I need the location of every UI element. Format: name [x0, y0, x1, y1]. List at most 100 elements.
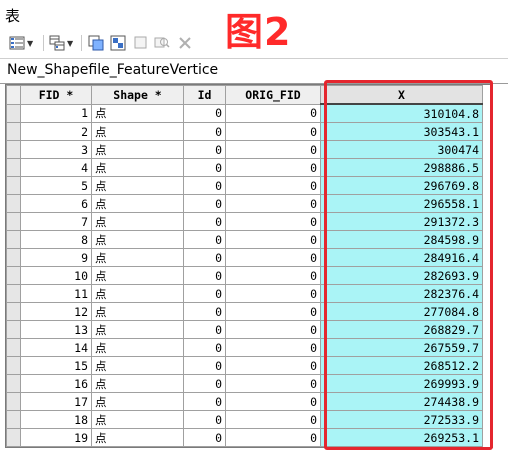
cell-shape[interactable]: 点 — [91, 122, 184, 141]
cell-x[interactable]: 296769.8 — [320, 176, 483, 195]
cell-x[interactable]: 269993.9 — [320, 374, 483, 393]
cell-shape[interactable]: 点 — [91, 392, 184, 411]
row-selector[interactable] — [6, 392, 21, 411]
cell-fid[interactable]: 17 — [20, 392, 92, 411]
cell-id[interactable]: 0 — [183, 194, 226, 213]
cell-fid[interactable]: 1 — [20, 103, 92, 123]
row-selector[interactable] — [6, 266, 21, 285]
row-selector[interactable] — [6, 320, 21, 339]
clear-selection-button[interactable] — [133, 34, 149, 52]
select-by-attributes-button[interactable] — [88, 34, 104, 52]
cell-x[interactable]: 284598.9 — [320, 230, 483, 249]
cell-shape[interactable]: 点 — [91, 103, 184, 123]
row-selector[interactable] — [6, 122, 21, 141]
cell-fid[interactable]: 18 — [20, 410, 92, 429]
cell-id[interactable]: 0 — [183, 176, 226, 195]
cell-orig-fid[interactable]: 0 — [225, 230, 321, 249]
cell-id[interactable]: 0 — [183, 392, 226, 411]
cell-id[interactable]: 0 — [183, 230, 226, 249]
table-row[interactable]: 11 点 0 0 282376.4 — [6, 284, 483, 303]
row-selector[interactable] — [6, 212, 21, 231]
table-row[interactable]: 15 点 0 0 268512.2 — [6, 356, 483, 375]
cell-fid[interactable]: 12 — [20, 302, 92, 321]
row-selector[interactable] — [6, 284, 21, 303]
table-row[interactable]: 9 点 0 0 284916.4 — [6, 248, 483, 267]
cell-x[interactable]: 265231.4 — [320, 446, 483, 447]
cell-shape[interactable]: 点 — [91, 284, 184, 303]
table-row[interactable]: 20点00265231.4 — [6, 446, 483, 447]
row-selector[interactable] — [6, 410, 21, 429]
cell-x[interactable]: 272533.9 — [320, 410, 483, 429]
cell-x[interactable]: 303543.1 — [320, 122, 483, 141]
table-row[interactable]: 2 点 0 0 303543.1 — [6, 122, 483, 141]
cell-orig-fid[interactable]: 0 — [225, 392, 321, 411]
table-options-button[interactable]: ▼ — [9, 34, 33, 52]
table-row[interactable]: 12 点 0 0 277084.8 — [6, 302, 483, 321]
table-row[interactable]: 6 点 0 0 296558.1 — [6, 194, 483, 213]
cell-orig-fid[interactable]: 0 — [225, 103, 321, 123]
column-header-x[interactable]: X — [320, 85, 483, 105]
cell-orig-fid[interactable]: 0 — [225, 266, 321, 285]
cell-orig-fid[interactable]: 0 — [225, 320, 321, 339]
cell-id[interactable]: 0 — [183, 302, 226, 321]
cell-x[interactable]: 284916.4 — [320, 248, 483, 267]
table-row[interactable]: 1 点 0 0 310104.8 — [6, 103, 483, 123]
cell-id[interactable]: 0 — [183, 446, 226, 447]
cell-orig-fid[interactable]: 0 — [225, 446, 321, 447]
cell-fid[interactable]: 14 — [20, 338, 92, 357]
row-selector[interactable] — [6, 374, 21, 393]
cell-fid[interactable]: 4 — [20, 158, 92, 177]
cell-shape[interactable]: 点 — [91, 410, 184, 429]
cell-shape[interactable]: 点 — [91, 158, 184, 177]
switch-selection-button[interactable] — [110, 34, 126, 52]
cell-shape[interactable]: 点 — [91, 266, 184, 285]
table-row[interactable]: 8 点 0 0 284598.9 — [6, 230, 483, 249]
cell-fid[interactable]: 16 — [20, 374, 92, 393]
table-row[interactable]: 14 点 0 0 267559.7 — [6, 338, 483, 357]
row-selector[interactable] — [6, 140, 21, 159]
cell-orig-fid[interactable]: 0 — [225, 356, 321, 375]
cell-shape[interactable]: 点 — [91, 302, 184, 321]
table-row[interactable]: 16 点 0 0 269993.9 — [6, 374, 483, 393]
cell-fid[interactable]: 19 — [20, 428, 92, 447]
cell-shape[interactable]: 点 — [91, 140, 184, 159]
table-row[interactable]: 4 点 0 0 298886.5 — [6, 158, 483, 177]
row-selector[interactable] — [6, 194, 21, 213]
cell-orig-fid[interactable]: 0 — [225, 428, 321, 447]
cell-x[interactable]: 268829.7 — [320, 320, 483, 339]
cell-x[interactable]: 282376.4 — [320, 284, 483, 303]
cell-fid[interactable]: 7 — [20, 212, 92, 231]
cell-shape[interactable]: 点 — [91, 212, 184, 231]
cell-x[interactable]: 269253.1 — [320, 428, 483, 447]
cell-id[interactable]: 0 — [183, 410, 226, 429]
cell-x[interactable]: 310104.8 — [320, 103, 483, 123]
zoom-to-selected-button[interactable] — [154, 34, 170, 52]
cell-id[interactable]: 0 — [183, 428, 226, 447]
cell-id[interactable]: 0 — [183, 284, 226, 303]
cell-x[interactable]: 274438.9 — [320, 392, 483, 411]
row-selector[interactable] — [6, 248, 21, 267]
table-row[interactable]: 13 点 0 0 268829.7 — [6, 320, 483, 339]
row-selector[interactable] — [6, 428, 21, 447]
table-row[interactable]: 18 点 0 0 272533.9 — [6, 410, 483, 429]
row-selector[interactable] — [6, 230, 21, 249]
row-selector[interactable] — [6, 356, 21, 375]
cell-shape[interactable]: 点 — [91, 230, 184, 249]
cell-id[interactable]: 0 — [183, 356, 226, 375]
row-selector[interactable] — [6, 446, 21, 447]
table-row[interactable]: 3 点 0 0 300474 — [6, 140, 483, 159]
cell-shape[interactable]: 点 — [91, 446, 184, 447]
cell-fid[interactable]: 6 — [20, 194, 92, 213]
row-selector[interactable] — [6, 103, 21, 123]
cell-x[interactable]: 298886.5 — [320, 158, 483, 177]
cell-shape[interactable]: 点 — [91, 374, 184, 393]
cell-fid[interactable]: 2 — [20, 122, 92, 141]
cell-shape[interactable]: 点 — [91, 194, 184, 213]
cell-fid[interactable]: 9 — [20, 248, 92, 267]
cell-orig-fid[interactable]: 0 — [225, 374, 321, 393]
table-row[interactable]: 19 点 0 0 269253.1 — [6, 428, 483, 447]
cell-id[interactable]: 0 — [183, 122, 226, 141]
cell-id[interactable]: 0 — [183, 140, 226, 159]
cell-shape[interactable]: 点 — [91, 176, 184, 195]
cell-orig-fid[interactable]: 0 — [225, 284, 321, 303]
